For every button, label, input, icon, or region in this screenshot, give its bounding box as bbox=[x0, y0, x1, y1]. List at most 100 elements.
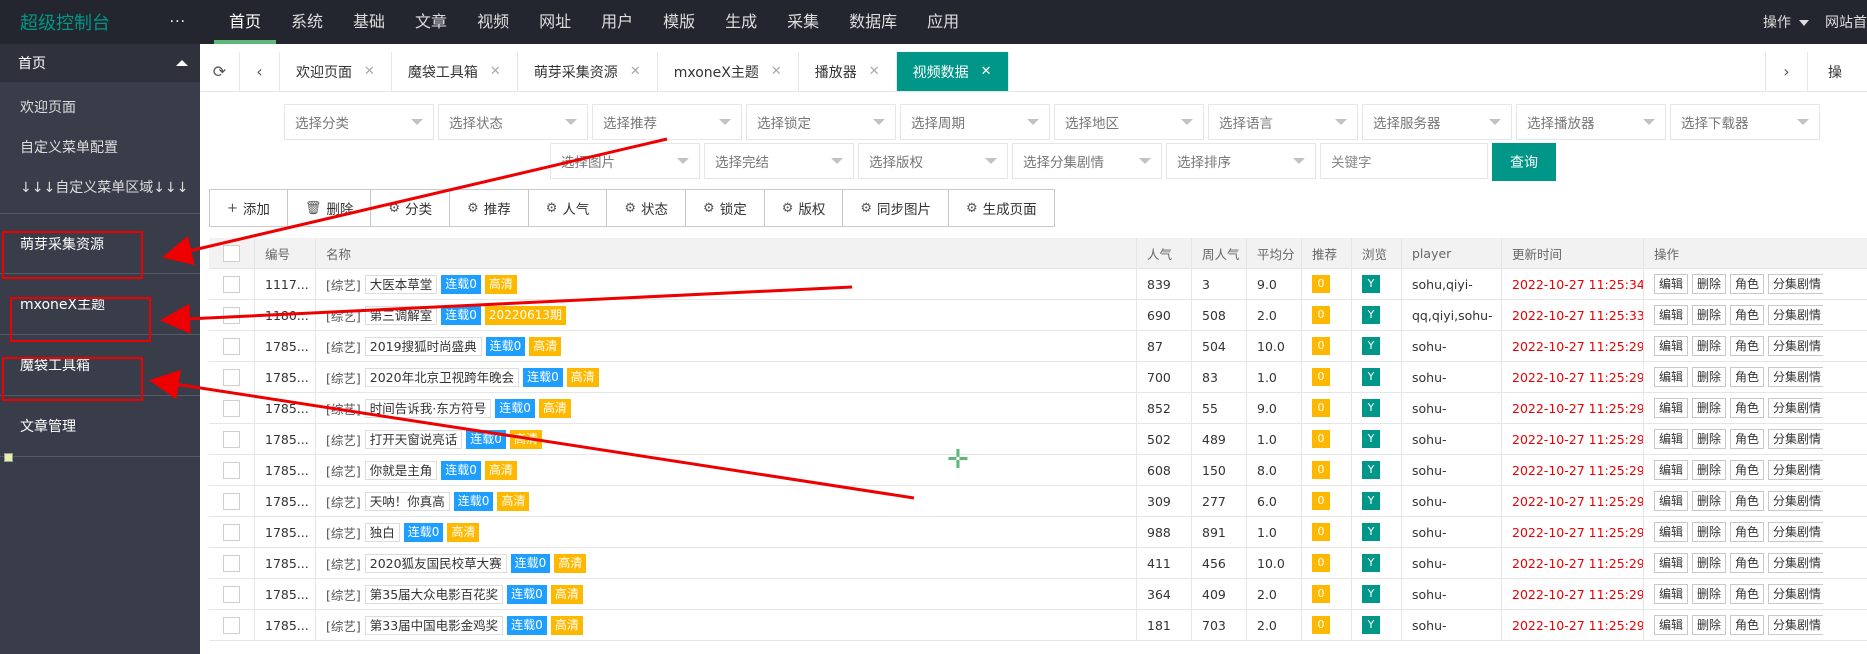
row-op-button[interactable]: 编辑 bbox=[1654, 491, 1689, 511]
tab[interactable]: 视频数据 ✕ bbox=[896, 52, 1009, 91]
row-op-button[interactable]: 分集剧情 bbox=[1768, 615, 1823, 635]
recommend-badge[interactable]: 0 bbox=[1312, 616, 1330, 634]
filter-select[interactable]: 选择版权 bbox=[858, 143, 1008, 179]
top-nav-item[interactable]: 生成 bbox=[710, 0, 772, 44]
toolbar-button[interactable]: ⚙ 版权 bbox=[765, 190, 844, 226]
toolbar-button[interactable]: ⚙ 人气 bbox=[529, 190, 608, 226]
toolbar-button[interactable]: ⚙ 同步图片 bbox=[843, 190, 950, 226]
filter-select[interactable]: 选择服务器 bbox=[1362, 104, 1512, 140]
site-home-link[interactable]: 网站首 bbox=[1825, 12, 1867, 32]
row-op-button[interactable]: 角色 bbox=[1730, 305, 1765, 325]
row-op-button[interactable]: 角色 bbox=[1730, 336, 1765, 356]
sidebar-item-welcome[interactable]: 欢迎页面 bbox=[0, 88, 200, 128]
row-op-button[interactable]: 分集剧情 bbox=[1768, 305, 1823, 325]
row-op-button[interactable]: 分集剧情 bbox=[1768, 367, 1823, 387]
row-op-button[interactable]: 编辑 bbox=[1654, 274, 1689, 294]
toolbar-button[interactable]: 🗑 删除 bbox=[288, 190, 372, 226]
recommend-badge[interactable]: 0 bbox=[1312, 368, 1330, 386]
row-op-button[interactable]: 删除 bbox=[1692, 398, 1727, 418]
video-title-link[interactable]: 2020年北京卫视跨年晚会 bbox=[364, 367, 520, 387]
row-checkbox[interactable] bbox=[223, 492, 240, 510]
toolbar-button[interactable]: ⚙ 锁定 bbox=[686, 190, 765, 226]
top-nav-item[interactable]: 文章 bbox=[400, 0, 462, 44]
row-op-button[interactable]: 删除 bbox=[1692, 460, 1727, 480]
row-checkbox[interactable] bbox=[223, 523, 240, 541]
row-op-button[interactable]: 删除 bbox=[1692, 429, 1727, 449]
filter-select[interactable]: 选择锁定 bbox=[746, 104, 896, 140]
video-title-link[interactable]: 天呐！你真高 bbox=[364, 491, 450, 511]
browse-badge[interactable]: Y bbox=[1362, 275, 1380, 293]
refresh-icon[interactable]: ⟳ bbox=[200, 52, 240, 91]
row-op-button[interactable]: 分集剧情 bbox=[1768, 398, 1823, 418]
video-title-link[interactable]: 2019搜狐时尚盛典 bbox=[364, 336, 482, 356]
row-op-button[interactable]: 分集剧情 bbox=[1768, 460, 1823, 480]
row-op-button[interactable]: 分集剧情 bbox=[1768, 584, 1823, 604]
row-op-button[interactable]: 分集剧情 bbox=[1768, 522, 1823, 542]
filter-select[interactable]: 选择分类 bbox=[284, 104, 434, 140]
row-op-button[interactable]: 编辑 bbox=[1654, 398, 1689, 418]
top-nav-item[interactable]: 数据库 bbox=[834, 0, 912, 44]
toolbar-button[interactable]: + 添加 bbox=[210, 190, 288, 226]
top-nav-item[interactable]: 模版 bbox=[648, 0, 710, 44]
row-op-button[interactable]: 角色 bbox=[1730, 584, 1765, 604]
recommend-badge[interactable]: 0 bbox=[1312, 461, 1330, 479]
browse-badge[interactable]: Y bbox=[1362, 430, 1380, 448]
row-op-button[interactable]: 角色 bbox=[1730, 367, 1765, 387]
row-op-button[interactable]: 角色 bbox=[1730, 429, 1765, 449]
top-nav-item[interactable]: 基础 bbox=[338, 0, 400, 44]
filter-select[interactable]: 选择排序 bbox=[1166, 143, 1316, 179]
top-nav-item[interactable]: 首页 bbox=[214, 0, 277, 44]
row-op-button[interactable]: 编辑 bbox=[1654, 367, 1689, 387]
row-op-button[interactable]: 删除 bbox=[1692, 491, 1727, 511]
resize-handle-icon[interactable] bbox=[4, 453, 13, 462]
sidebar-item-articles[interactable]: 文章管理 bbox=[0, 396, 200, 457]
recommend-badge[interactable]: 0 bbox=[1312, 275, 1330, 293]
row-op-button[interactable]: 编辑 bbox=[1654, 305, 1689, 325]
filter-select[interactable]: 选择图片 bbox=[550, 143, 700, 179]
filter-select[interactable]: 选择推荐 bbox=[592, 104, 742, 140]
recommend-badge[interactable]: 0 bbox=[1312, 523, 1330, 541]
video-title-link[interactable]: 第33届中国电影金鸡奖 bbox=[364, 615, 504, 635]
row-checkbox[interactable] bbox=[223, 337, 240, 355]
row-op-button[interactable]: 角色 bbox=[1730, 553, 1765, 573]
row-op-button[interactable]: 删除 bbox=[1692, 274, 1727, 294]
row-checkbox[interactable] bbox=[223, 585, 240, 603]
top-nav-item[interactable]: 应用 bbox=[912, 0, 974, 44]
close-icon[interactable]: ✕ bbox=[869, 64, 880, 79]
filter-select[interactable]: 选择地区 bbox=[1054, 104, 1204, 140]
toolbar-button[interactable]: ⚙ 分类 bbox=[371, 190, 451, 226]
more-icon[interactable]: ··· bbox=[170, 14, 186, 30]
row-op-button[interactable]: 编辑 bbox=[1654, 336, 1689, 356]
row-op-button[interactable]: 删除 bbox=[1692, 615, 1727, 635]
row-op-button[interactable]: 删除 bbox=[1692, 553, 1727, 573]
row-op-button[interactable]: 分集剧情 bbox=[1768, 336, 1823, 356]
tabs-prev-icon[interactable]: ‹ bbox=[240, 52, 280, 91]
top-nav-item[interactable]: 采集 bbox=[772, 0, 834, 44]
row-op-button[interactable]: 编辑 bbox=[1654, 584, 1689, 604]
top-nav-item[interactable]: 系统 bbox=[276, 0, 338, 44]
close-icon[interactable]: ✕ bbox=[630, 64, 641, 79]
video-title-link[interactable]: 时间告诉我·东方符号 bbox=[364, 398, 492, 418]
browse-badge[interactable]: Y bbox=[1362, 306, 1380, 324]
browse-badge[interactable]: Y bbox=[1362, 492, 1380, 510]
row-op-button[interactable]: 角色 bbox=[1730, 398, 1765, 418]
recommend-badge[interactable]: 0 bbox=[1312, 306, 1330, 324]
filter-select[interactable]: 选择分集剧情 bbox=[1012, 143, 1162, 179]
video-title-link[interactable]: 打开天窗说亮话 bbox=[364, 429, 463, 449]
recommend-badge[interactable]: 0 bbox=[1312, 585, 1330, 603]
row-op-button[interactable]: 编辑 bbox=[1654, 522, 1689, 542]
row-op-button[interactable]: 角色 bbox=[1730, 522, 1765, 542]
row-checkbox[interactable] bbox=[223, 616, 240, 634]
row-checkbox[interactable] bbox=[223, 430, 240, 448]
row-checkbox[interactable] bbox=[223, 554, 240, 572]
keyword-input[interactable]: 关键字 bbox=[1320, 143, 1488, 179]
row-checkbox[interactable] bbox=[223, 399, 240, 417]
row-op-button[interactable]: 分集剧情 bbox=[1768, 429, 1823, 449]
top-nav-item[interactable]: 视频 bbox=[462, 0, 524, 44]
tab[interactable]: 魔袋工具箱 ✕ bbox=[392, 52, 518, 91]
row-op-button[interactable]: 编辑 bbox=[1654, 553, 1689, 573]
close-icon[interactable]: ✕ bbox=[981, 64, 992, 79]
recommend-badge[interactable]: 0 bbox=[1312, 337, 1330, 355]
sidebar-item-custom-area[interactable]: ↓↓↓自定义菜单区域↓↓↓ bbox=[0, 168, 200, 208]
tabs-next-icon[interactable]: › bbox=[1765, 52, 1807, 91]
